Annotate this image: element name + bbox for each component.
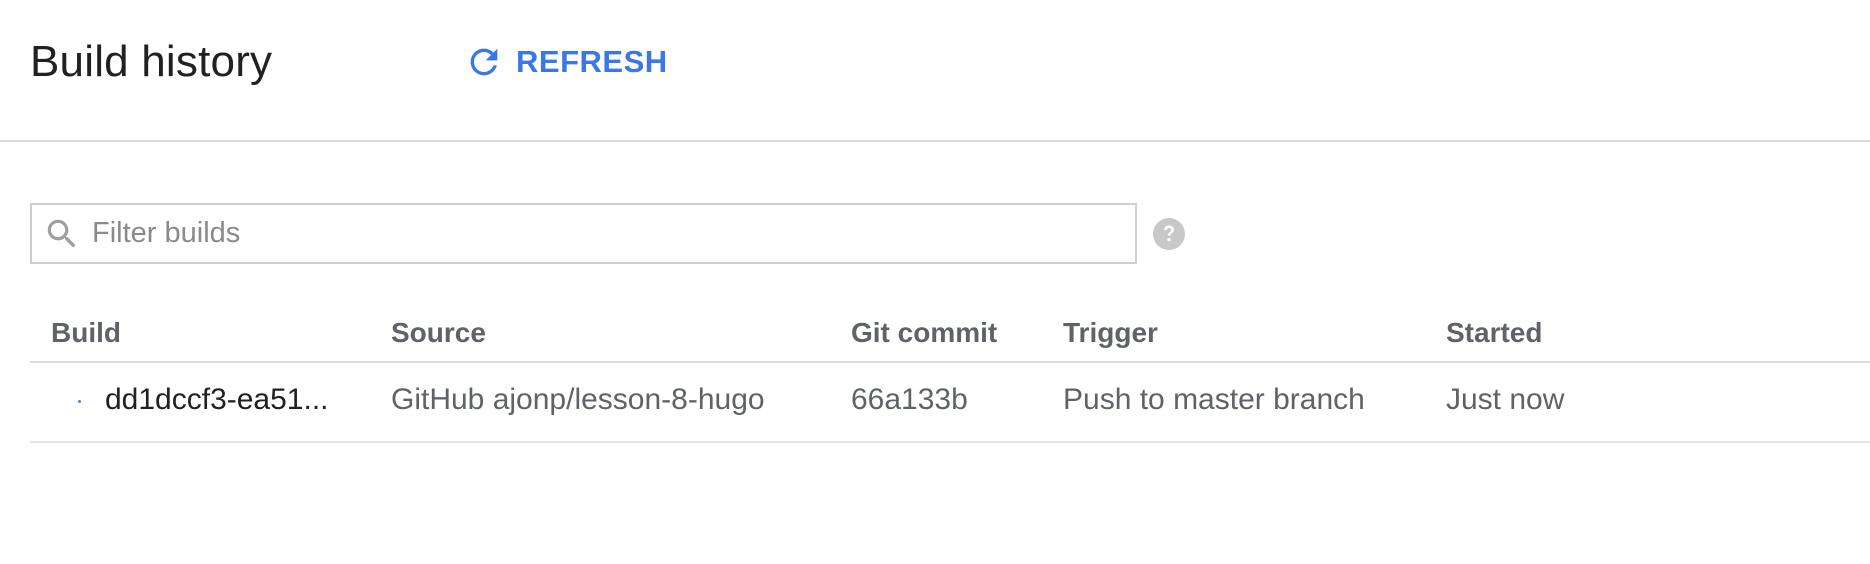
column-header-trigger[interactable]: Trigger (1063, 317, 1158, 349)
help-icon[interactable] (1153, 218, 1185, 250)
column-header-source[interactable]: Source (391, 317, 486, 349)
table-row[interactable]: dd1dccf3-ea51... GitHub ajonp/lesson-8-h… (30, 363, 1870, 443)
refresh-icon (464, 42, 504, 82)
build-id-link[interactable]: dd1dccf3-ea51... (105, 383, 329, 417)
page-title: Build history (30, 37, 273, 86)
filter-builds-input[interactable] (92, 205, 1135, 262)
build-started: Just now (1446, 383, 1565, 416)
build-history-table: Build Source Git commit Trigger Started … (30, 305, 1870, 443)
build-git-commit: 66a133b (851, 383, 968, 416)
build-trigger: Push to master branch (1063, 383, 1365, 416)
table-header: Build Source Git commit Trigger Started (30, 305, 1870, 363)
build-source: GitHub ajonp/lesson-8-hugo (391, 383, 765, 416)
search-icon (42, 214, 82, 254)
filter-box (30, 203, 1137, 264)
page-header: Build history REFRESH (0, 0, 1870, 142)
build-history-page: Build history REFRESH Build Sourc (0, 0, 1870, 564)
column-header-build[interactable]: Build (51, 317, 121, 349)
refresh-label: REFRESH (516, 44, 668, 79)
column-header-git-commit[interactable]: Git commit (851, 317, 997, 349)
refresh-button[interactable]: REFRESH (464, 38, 668, 86)
column-header-started[interactable]: Started (1446, 317, 1542, 349)
status-dot-icon (78, 400, 81, 403)
